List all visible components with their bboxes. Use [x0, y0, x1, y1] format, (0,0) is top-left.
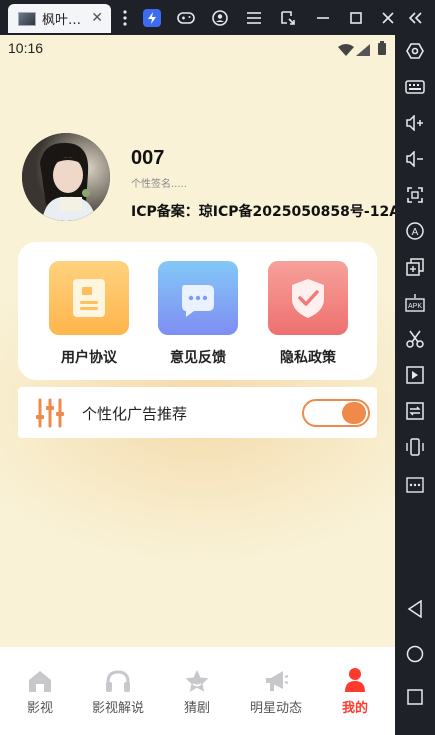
back-icon[interactable]: [403, 599, 427, 619]
shake-icon[interactable]: [403, 437, 427, 457]
svg-text:A: A: [412, 227, 419, 238]
user-icon: [316, 667, 394, 693]
battery-icon: [378, 40, 386, 59]
record-video-icon[interactable]: [403, 365, 427, 385]
nav-label-movies: 影视: [26, 701, 53, 716]
megaphone-icon: [237, 667, 315, 693]
collapse-sidebar-icon[interactable]: [406, 9, 424, 27]
card-user-agreement[interactable]: 用户协议: [49, 261, 129, 367]
screenshot-window-icon[interactable]: [279, 9, 297, 27]
multi-instance-icon[interactable]: [403, 257, 427, 277]
maximize-icon[interactable]: [347, 9, 365, 27]
gamepad-icon[interactable]: [177, 9, 195, 27]
sync-icon[interactable]: [403, 401, 427, 421]
personalized-ads-toggle[interactable]: [302, 399, 370, 427]
minimize-icon[interactable]: [314, 9, 332, 27]
app-thumbnail-icon: [18, 11, 36, 26]
boost-icon[interactable]: [143, 9, 161, 27]
toggle-knob: [342, 402, 366, 424]
scissors-icon[interactable]: [403, 329, 427, 349]
icp-record: ICP备案：琼ICP备2025050858号-12A: [131, 204, 395, 220]
more-options-icon[interactable]: [403, 475, 427, 495]
quick-actions-panel: 用户协议 意见反馈 隐私政策: [18, 242, 377, 380]
phone-screen: 10:16 007 个性签名..... ICP备案：琼ICP备202505085…: [0, 35, 395, 735]
card-feedback[interactable]: 意见反馈: [158, 261, 238, 367]
nav-item-celebrity[interactable]: 明星动态: [237, 667, 315, 716]
bottom-navigation: 影视 影视解说 猜剧 明星动态 我的: [0, 647, 395, 735]
status-bar: 10:16: [0, 35, 395, 61]
avatar[interactable]: [22, 133, 110, 221]
signal-icon: [356, 41, 370, 60]
volume-down-icon[interactable]: [403, 149, 427, 169]
nav-label-celebrity: 明星动态: [249, 701, 302, 716]
nav-item-guess[interactable]: 猜剧: [158, 667, 236, 716]
card-privacy-policy[interactable]: 隐私政策: [268, 261, 348, 367]
emulator-titlebar: 枫叶… ✕: [0, 0, 435, 35]
emulator-sidebar: A APK: [395, 35, 435, 735]
personalized-ads-label: 个性化广告推荐: [82, 405, 188, 423]
document-icon: [49, 261, 129, 335]
close-window-icon[interactable]: [379, 9, 397, 27]
settings-hex-icon[interactable]: [403, 41, 427, 61]
keyboard-icon[interactable]: [403, 77, 427, 97]
username: 007: [131, 147, 165, 169]
card-label-feedback: 意见反馈: [170, 350, 226, 366]
svg-text:APK: APK: [408, 303, 422, 310]
nav-item-movies[interactable]: 影视: [1, 667, 79, 716]
fullscreen-icon[interactable]: [403, 185, 427, 205]
chat-icon: [158, 261, 238, 335]
tab-title: 枫叶…: [42, 13, 82, 28]
status-time: 10:16: [8, 40, 44, 56]
recent-apps-icon[interactable]: [403, 687, 427, 707]
sliders-icon: [35, 398, 65, 432]
signature[interactable]: 个性签名.....: [131, 175, 187, 190]
star-icon: [158, 667, 236, 693]
auto-rotate-icon[interactable]: A: [403, 221, 427, 241]
card-label-user-agreement: 用户协议: [61, 350, 117, 366]
menu-icon[interactable]: [245, 9, 263, 27]
wifi-icon: [338, 41, 354, 60]
nav-label-mine: 我的: [341, 701, 368, 716]
nav-item-commentary[interactable]: 影视解说: [79, 667, 157, 716]
app-tab[interactable]: 枫叶… ✕: [8, 4, 111, 33]
more-vertical-icon[interactable]: [116, 9, 134, 27]
shield-check-icon: [268, 261, 348, 335]
home-button-icon[interactable]: [403, 644, 427, 664]
home-icon: [1, 667, 79, 693]
apk-install-icon[interactable]: APK: [403, 293, 427, 313]
volume-up-icon[interactable]: [403, 113, 427, 133]
nav-label-guess: 猜剧: [183, 701, 210, 716]
nav-item-mine[interactable]: 我的: [316, 667, 394, 716]
tab-close-icon[interactable]: ✕: [91, 10, 103, 26]
card-label-privacy-policy: 隐私政策: [280, 350, 336, 366]
nav-label-commentary: 影视解说: [91, 701, 144, 716]
personalized-ads-row: 个性化广告推荐: [18, 387, 377, 438]
account-icon[interactable]: [211, 9, 229, 27]
headphones-icon: [79, 667, 157, 693]
